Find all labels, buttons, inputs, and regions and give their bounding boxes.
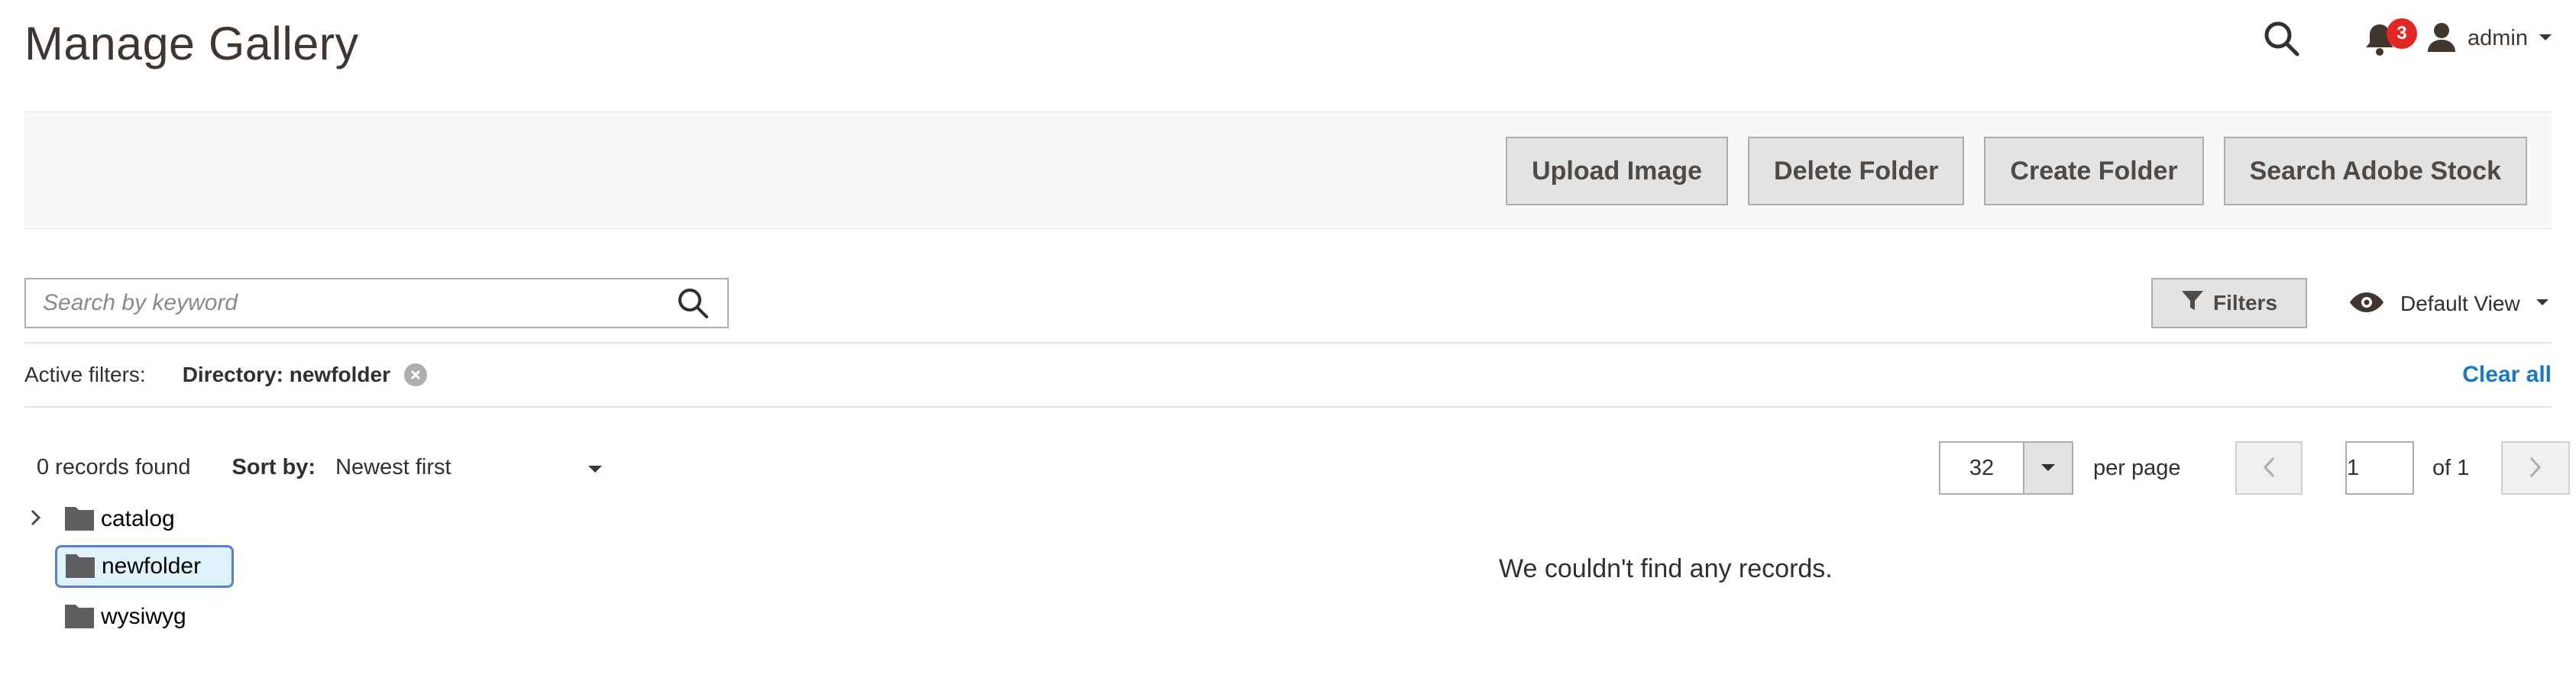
tree-item-label: wysiwyg xyxy=(101,604,186,629)
active-filters-title: Active filters: xyxy=(24,363,146,386)
folder-icon xyxy=(65,551,95,583)
tree-item-label: catalog xyxy=(101,506,175,531)
eye-icon xyxy=(2348,291,2385,318)
per-page-select[interactable]: 32 xyxy=(1939,441,2073,495)
filter-chip: Directory: newfolder xyxy=(183,363,427,387)
sort-value: Newest first xyxy=(335,454,451,479)
per-page-label: per page xyxy=(2093,455,2181,480)
view-label: Default View xyxy=(2400,292,2520,315)
filters-button[interactable]: Filters xyxy=(2151,278,2307,328)
active-filters-bar: Active filters: Directory: newfolder Cle… xyxy=(24,342,2552,408)
page-actions-toolbar: Upload Image Delete Folder Create Folder… xyxy=(24,111,2552,229)
sort-select[interactable]: Newest first xyxy=(335,450,603,484)
clear-all-link[interactable]: Clear all xyxy=(2462,362,2552,388)
page-number-input[interactable] xyxy=(2345,441,2414,495)
records-summary: 0 records found Sort by: Newest first xyxy=(37,450,603,484)
search-icon[interactable] xyxy=(2263,20,2301,58)
filters-button-label: Filters xyxy=(2212,291,2278,315)
caret-down-icon[interactable] xyxy=(2023,443,2072,493)
chevron-down-icon xyxy=(2536,297,2549,311)
chevron-down-icon xyxy=(2539,32,2552,46)
remove-filter-icon[interactable] xyxy=(403,363,427,386)
folder-icon xyxy=(64,504,95,535)
tree-item-newfolder[interactable]: newfolder xyxy=(55,545,235,588)
user-name: admin xyxy=(2468,26,2528,50)
previous-page-button[interactable] xyxy=(2235,441,2303,495)
page-title: Manage Gallery xyxy=(24,18,359,69)
notification-badge[interactable]: 3 xyxy=(2387,18,2417,49)
create-folder-button[interactable]: Create Folder xyxy=(1984,137,2204,205)
user-icon xyxy=(2426,21,2457,56)
tree-item-label: newfolder xyxy=(102,554,202,579)
search-input[interactable] xyxy=(26,279,659,327)
view-switcher[interactable]: Default View xyxy=(2348,282,2549,325)
folder-icon xyxy=(64,602,95,633)
next-page-button[interactable] xyxy=(2501,441,2570,495)
sort-label: Sort by: xyxy=(231,454,316,479)
per-page-value: 32 xyxy=(1969,455,1995,480)
search-adobe-stock-button[interactable]: Search Adobe Stock xyxy=(2223,137,2527,205)
user-menu[interactable]: admin xyxy=(2426,21,2552,56)
page-total: of 1 xyxy=(2432,455,2470,480)
tree-item-catalog[interactable]: catalog xyxy=(31,498,175,541)
pagination: 32 per page of 1 xyxy=(1939,441,2570,495)
upload-image-button[interactable]: Upload Image xyxy=(1506,137,1729,205)
expand-chevron-icon[interactable] xyxy=(31,509,53,530)
filter-chip-label: Directory: newfolder xyxy=(182,363,390,386)
chevron-left-icon xyxy=(2263,457,2275,480)
funnel-icon xyxy=(2181,290,2204,317)
records-count: 0 records found xyxy=(37,454,191,479)
delete-folder-button[interactable]: Delete Folder xyxy=(1748,137,1965,205)
tree-item-wysiwyg[interactable]: wysiwyg xyxy=(64,595,186,638)
chevron-right-icon xyxy=(2529,457,2542,480)
caret-down-icon xyxy=(587,455,603,480)
keyword-search xyxy=(24,278,729,328)
empty-state-message: We couldn't find any records. xyxy=(1499,554,1833,583)
search-submit-icon[interactable] xyxy=(659,279,727,327)
